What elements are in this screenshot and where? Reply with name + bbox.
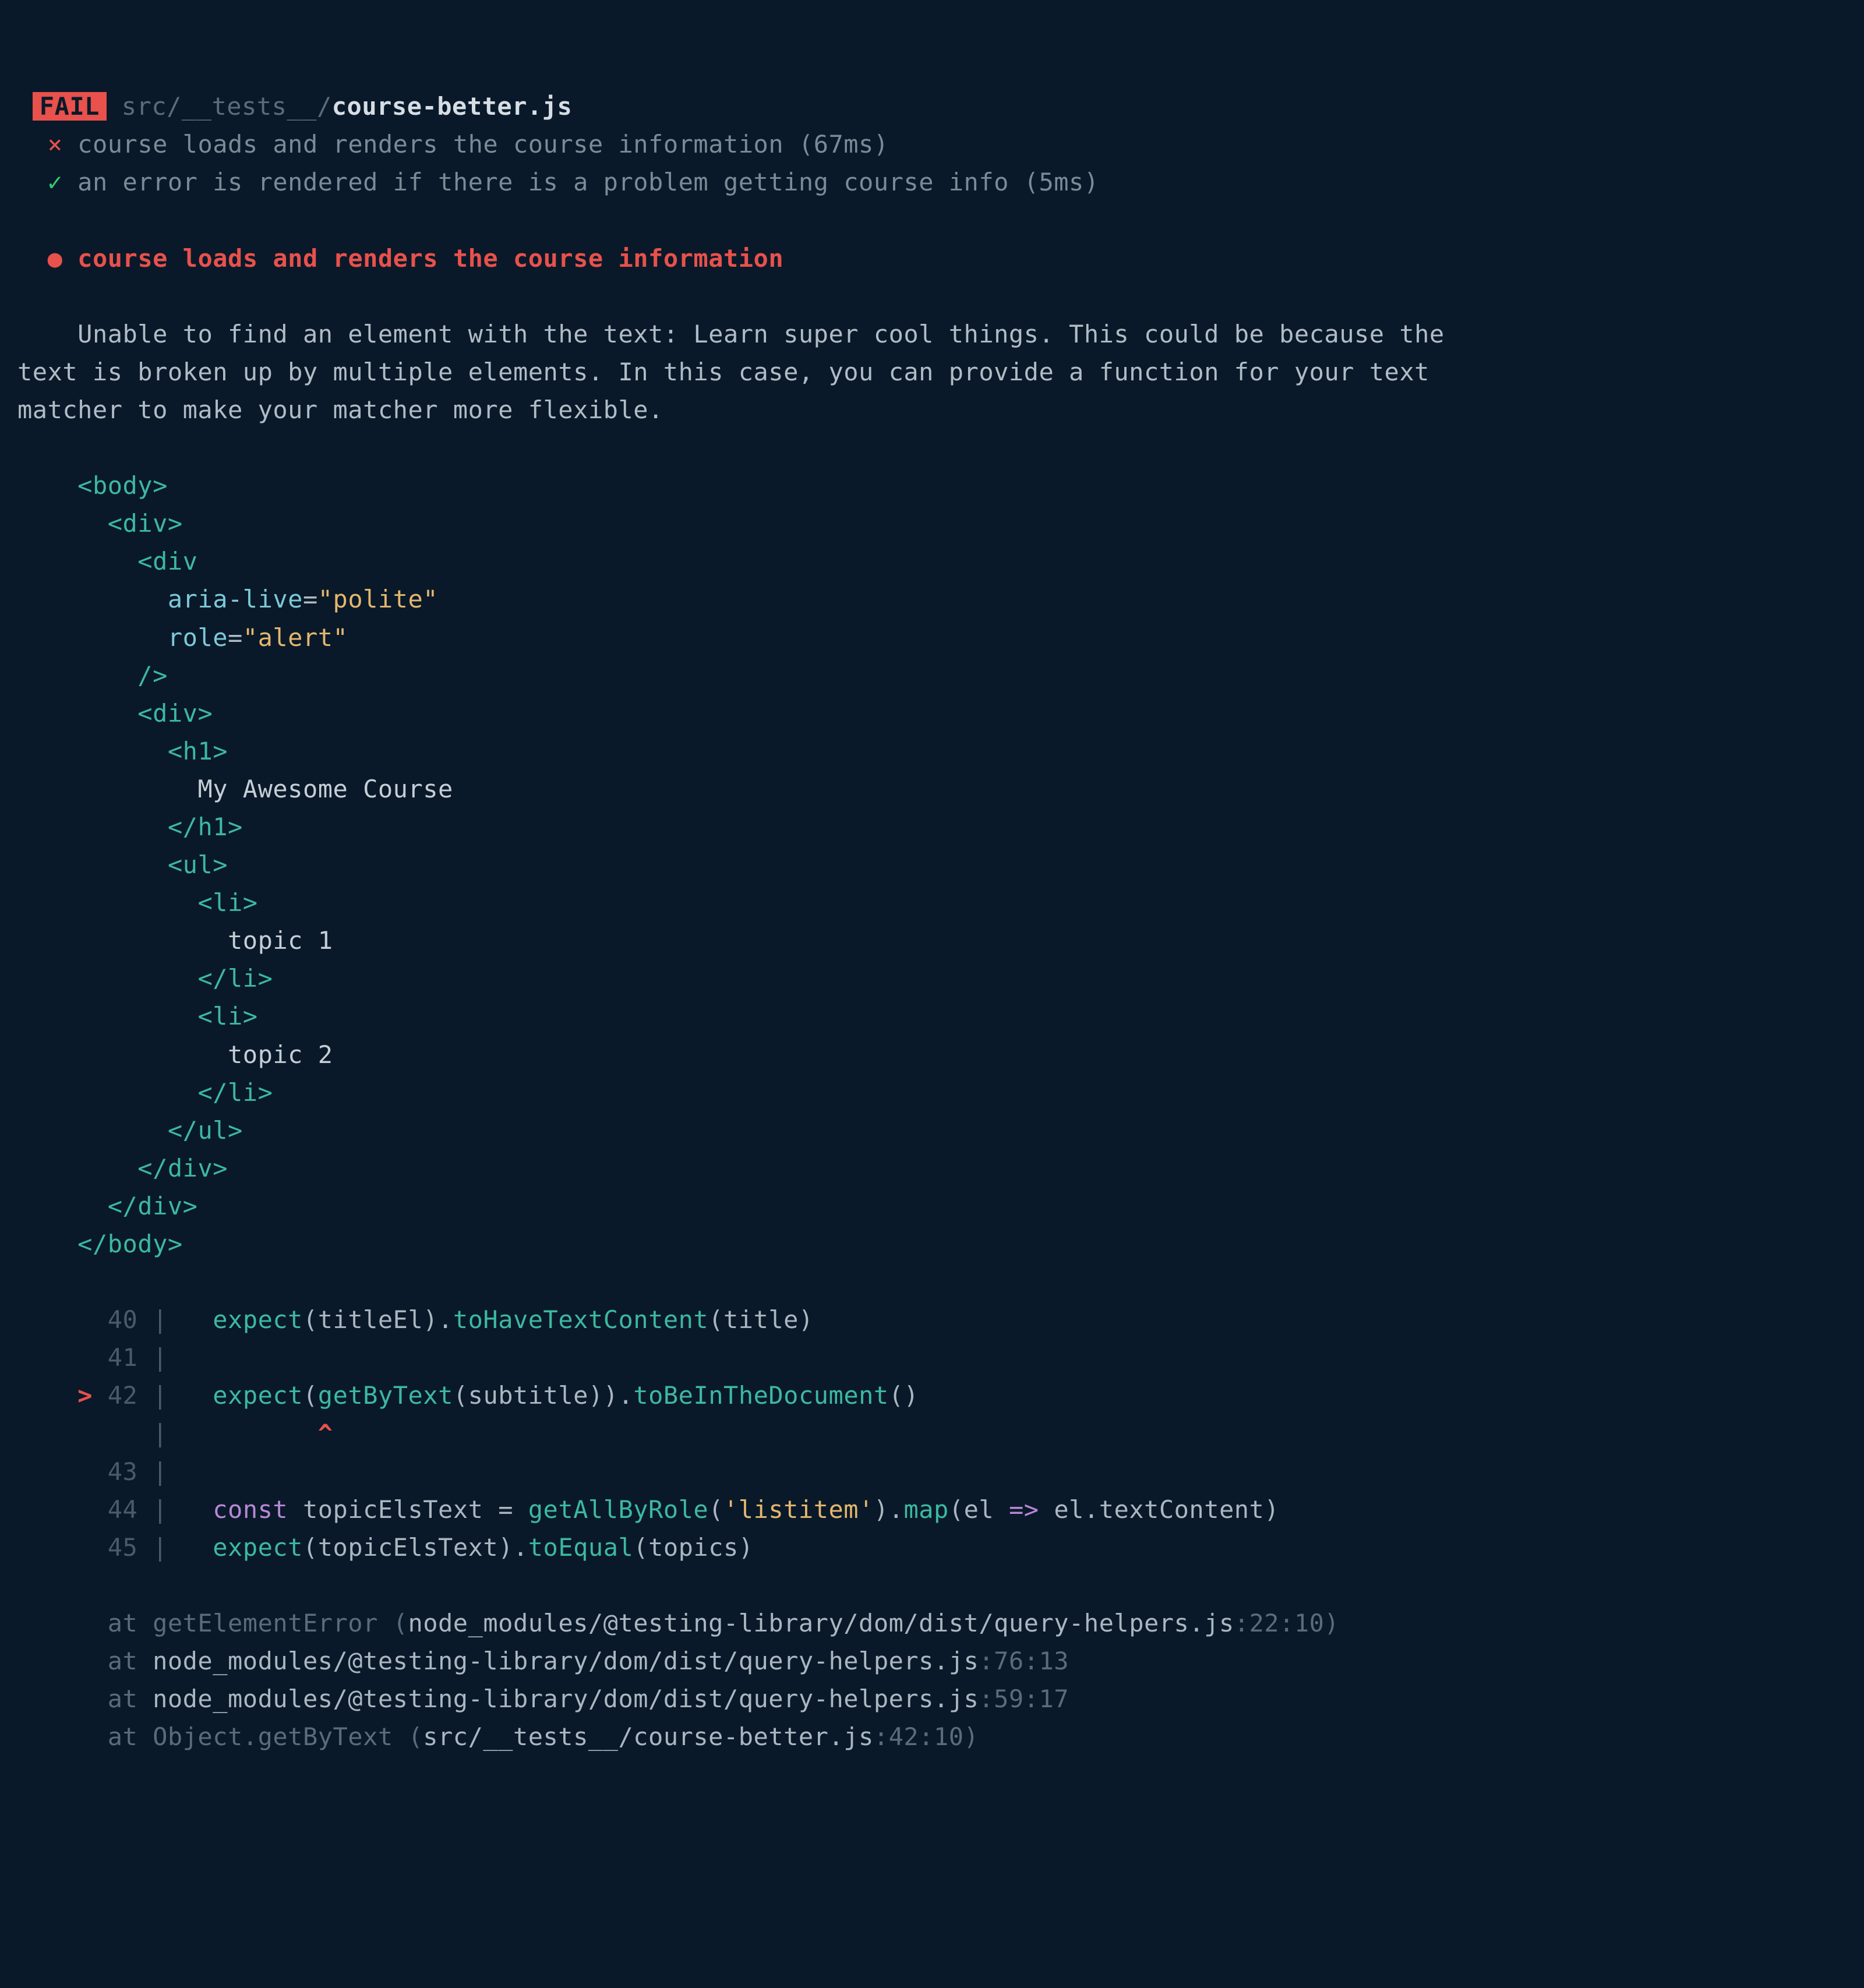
stack-path: node_modules/@testing-library/dom/dist/q… bbox=[153, 1647, 979, 1675]
gutter-pipe: | bbox=[153, 1343, 168, 1372]
stack-line: at bbox=[108, 1685, 153, 1713]
code-fn: toHaveTextContent bbox=[453, 1305, 708, 1334]
line-number: 45 bbox=[108, 1533, 138, 1562]
dom-h1-open: <h1> bbox=[168, 737, 228, 765]
code-fn: toEqual bbox=[528, 1533, 634, 1562]
stack-line: at Object.getByText ( bbox=[108, 1722, 423, 1751]
dom-attr-name: aria-live bbox=[168, 585, 303, 613]
gutter-pipe: | bbox=[153, 1305, 168, 1334]
stack-loc: :59:17 bbox=[979, 1685, 1069, 1713]
dom-body-open: <body> bbox=[77, 471, 168, 500]
error-pointer: > bbox=[77, 1381, 93, 1410]
passed-test-name: an error is rendered if there is a probl… bbox=[77, 168, 1099, 196]
code-fn: expect bbox=[213, 1381, 303, 1410]
dom-text: topic 2 bbox=[228, 1040, 333, 1069]
gutter-pipe: | bbox=[153, 1495, 168, 1524]
dom-div-close: </div> bbox=[108, 1192, 198, 1220]
code-arrow: => bbox=[1009, 1495, 1039, 1524]
dom-eq: = bbox=[303, 585, 318, 613]
failing-test-title: course loads and renders the course info… bbox=[77, 244, 783, 273]
gutter-pipe: | bbox=[153, 1533, 168, 1562]
stack-path: node_modules/@testing-library/dom/dist/q… bbox=[153, 1685, 979, 1713]
caret-pointer: ^ bbox=[318, 1419, 333, 1447]
dom-attr-name: role bbox=[168, 623, 228, 652]
terminal-output: FAIL src/__tests__/course-better.js × co… bbox=[17, 92, 1445, 1751]
dom-body-close: </body> bbox=[77, 1230, 183, 1258]
dom-div-open: <div bbox=[137, 547, 197, 575]
line-number: 43 bbox=[108, 1457, 138, 1486]
dom-div-open: <div> bbox=[108, 509, 183, 538]
line-number: 44 bbox=[108, 1495, 138, 1524]
fail-badge: FAIL bbox=[33, 92, 107, 121]
code-text: (el bbox=[949, 1495, 1009, 1524]
line-number: 40 bbox=[108, 1305, 138, 1334]
code-text: topicElsText = bbox=[288, 1495, 528, 1524]
dom-self-close: /> bbox=[137, 661, 168, 690]
stack-line: at getElementError ( bbox=[108, 1609, 408, 1637]
code-text: el.textContent) bbox=[1039, 1495, 1280, 1524]
stack-path: src/__tests__/course-better.js bbox=[423, 1722, 874, 1751]
bullet-icon: ● bbox=[48, 244, 63, 273]
dom-div-open: <div> bbox=[137, 699, 213, 728]
stack-loc: :76:13 bbox=[979, 1647, 1069, 1675]
failed-test-name: course loads and renders the course info… bbox=[77, 130, 888, 158]
test-path-dir: src/__tests__/ bbox=[122, 92, 332, 121]
gutter-pipe: | bbox=[153, 1457, 168, 1486]
dom-attr-val: "alert" bbox=[243, 623, 348, 652]
stack-line: at bbox=[108, 1647, 153, 1675]
dom-text: My Awesome Course bbox=[197, 775, 453, 803]
dom-attr-val: "polite" bbox=[318, 585, 438, 613]
code-text: () bbox=[889, 1381, 919, 1410]
code-fn: map bbox=[903, 1495, 948, 1524]
code-text: (title) bbox=[708, 1305, 814, 1334]
test-path-file: course-better.js bbox=[332, 92, 573, 121]
stack-path: node_modules/@testing-library/dom/dist/q… bbox=[408, 1609, 1234, 1637]
stack-loc: :22:10) bbox=[1234, 1609, 1340, 1637]
gutter-pipe: | bbox=[153, 1419, 168, 1447]
dom-ul-close: </ul> bbox=[168, 1116, 243, 1145]
dom-li-open: <li> bbox=[197, 1002, 257, 1030]
code-text: ( bbox=[708, 1495, 723, 1524]
code-fn: expect bbox=[213, 1533, 303, 1562]
gutter-pipe: | bbox=[153, 1381, 168, 1410]
stack-loc: :42:10) bbox=[874, 1722, 979, 1751]
dom-ul-open: <ul> bbox=[168, 850, 228, 879]
line-number: 41 bbox=[108, 1343, 138, 1372]
error-message: Unable to find an element with the text:… bbox=[17, 320, 1445, 424]
code-text: (topicElsText). bbox=[303, 1533, 528, 1562]
code-fn: getAllByRole bbox=[528, 1495, 708, 1524]
dom-li-close: </li> bbox=[197, 964, 273, 993]
x-icon: × bbox=[48, 130, 63, 158]
code-text: (subtitle)). bbox=[453, 1381, 633, 1410]
code-text: ( bbox=[303, 1381, 318, 1410]
code-text: (titleEl). bbox=[303, 1305, 453, 1334]
dom-li-open: <li> bbox=[197, 888, 257, 917]
code-text: (topics) bbox=[633, 1533, 753, 1562]
line-number: 42 bbox=[108, 1381, 138, 1410]
dom-div-close: </div> bbox=[137, 1154, 228, 1182]
code-fn: expect bbox=[213, 1305, 303, 1334]
code-string: 'listitem' bbox=[723, 1495, 874, 1524]
code-fn: toBeInTheDocument bbox=[633, 1381, 888, 1410]
dom-li-close: </li> bbox=[197, 1078, 273, 1107]
check-icon: ✓ bbox=[48, 168, 63, 196]
code-fn: getByText bbox=[318, 1381, 453, 1410]
code-keyword: const bbox=[213, 1495, 288, 1524]
code-text: ). bbox=[874, 1495, 904, 1524]
dom-eq: = bbox=[228, 623, 243, 652]
dom-text: topic 1 bbox=[228, 926, 333, 955]
dom-h1-close: </h1> bbox=[168, 813, 243, 841]
